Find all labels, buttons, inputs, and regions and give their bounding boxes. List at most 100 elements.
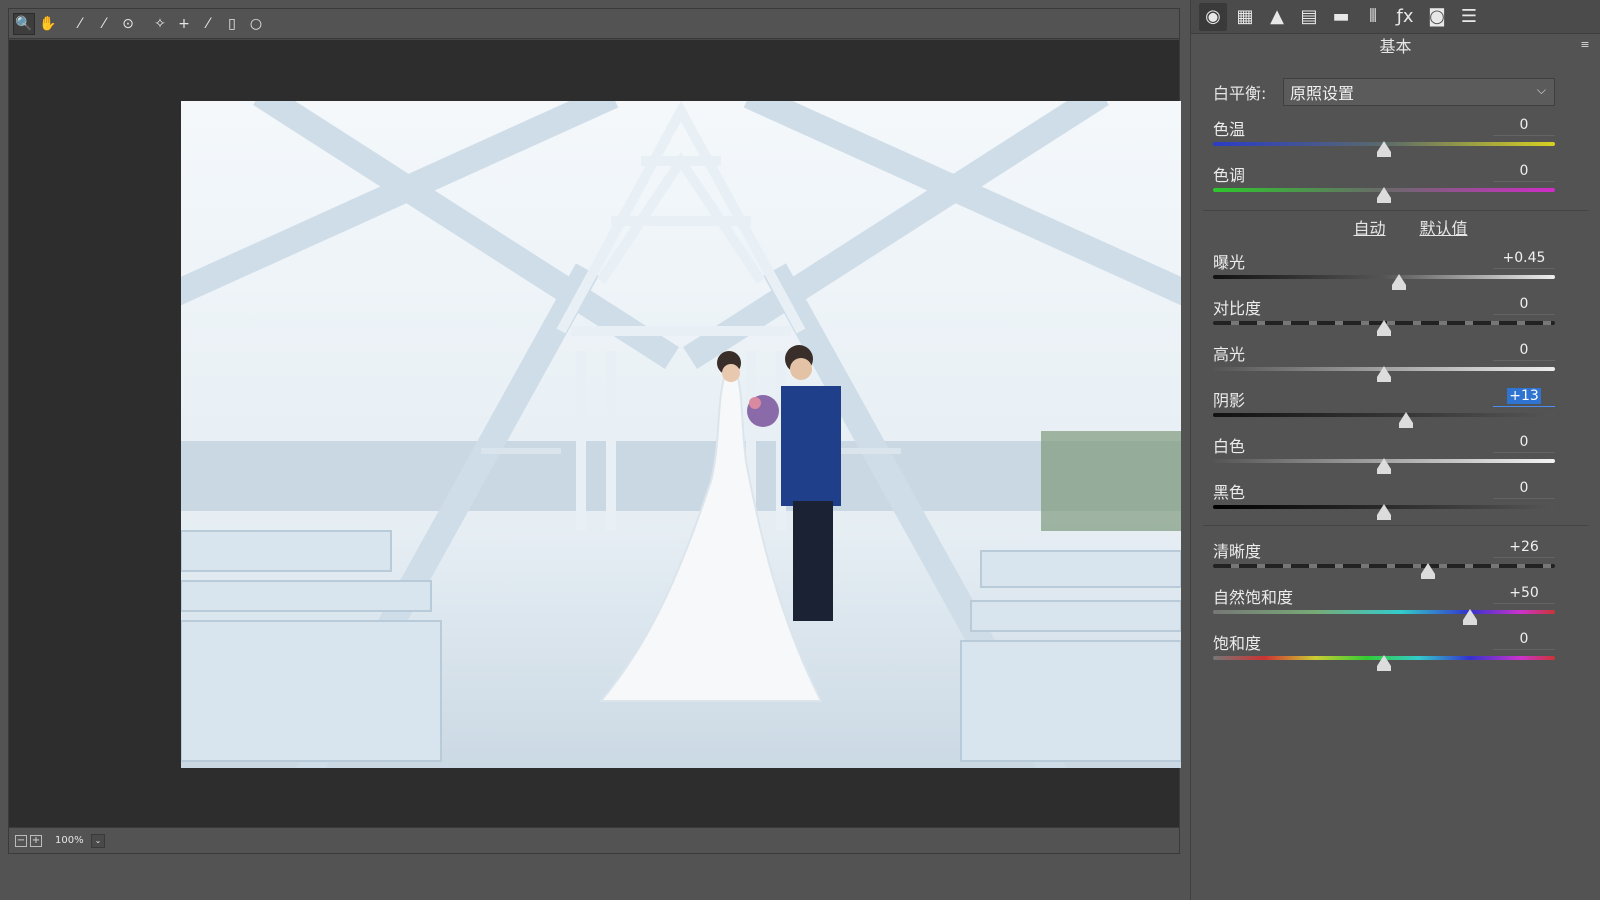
tool-bar: 🔍 ✋ ⁄ ⁄ ⊙ ✧ + ⁄ ▯ ○ [9, 9, 1179, 39]
white-balance-sliders: 色温 0 色调 0 [1191, 112, 1600, 204]
effects-tab-icon[interactable]: ƒx [1391, 3, 1419, 31]
exposure-value-input[interactable]: +0.45 [1493, 247, 1555, 269]
presets-tab-icon[interactable]: ☰ [1455, 3, 1483, 31]
whites-slider-thumb[interactable] [1377, 458, 1391, 474]
clarity-label: 清晰度 [1213, 542, 1262, 561]
red-eye-tool-icon[interactable]: + [173, 13, 195, 35]
spot-removal-tool-icon[interactable]: ✧ [149, 13, 171, 35]
panel-title: 基本 ≡ [1191, 34, 1600, 60]
shadows-value: +13 [1507, 388, 1541, 404]
blacks-slider-thumb[interactable] [1377, 504, 1391, 520]
shadows-value-input[interactable]: +13 [1493, 385, 1555, 407]
status-bar: − + 100% ⌄ [9, 827, 1179, 853]
contrast-value-input[interactable]: 0 [1493, 293, 1555, 315]
presence-sliders: 清晰度 +26 自然饱和度 +50 饱和度 0 [1191, 534, 1600, 672]
contrast-slider-thumb[interactable] [1377, 320, 1391, 336]
targeted-adjustment-tool-icon[interactable]: ⊙ [117, 13, 139, 35]
tone-links: 自动 默认值 [1191, 215, 1600, 245]
camera-calibration-tab-icon[interactable]: ◙ [1423, 3, 1451, 31]
blacks-slider-row: 黑色 0 [1213, 475, 1555, 521]
highlights-value: 0 [1519, 342, 1529, 358]
graduated-filter-icon[interactable]: ▯ [221, 13, 243, 35]
clarity-slider-thumb[interactable] [1421, 563, 1436, 579]
tone-curve-tab-icon[interactable]: ▦ [1231, 3, 1259, 31]
blacks-value: 0 [1519, 480, 1529, 496]
whites-label: 白色 [1213, 437, 1246, 456]
panel-menu-icon[interactable]: ≡ [1578, 39, 1592, 52]
image-workspace: 🔍 ✋ ⁄ ⁄ ⊙ ✧ + ⁄ ▯ ○ − + 100% ⌄ [8, 8, 1181, 854]
zoom-level: 100% [55, 835, 84, 846]
clarity-slider-row: 清晰度 +26 [1213, 534, 1555, 580]
hsl-tab-icon[interactable]: ▤ [1295, 3, 1323, 31]
saturation-slider-thumb[interactable] [1377, 655, 1391, 671]
temp-value-input[interactable]: 0 [1493, 114, 1555, 136]
chevron-down-icon: ⌵ [1536, 83, 1546, 97]
divider [1203, 525, 1588, 526]
clarity-value-input[interactable]: +26 [1493, 536, 1555, 558]
saturation-label: 饱和度 [1213, 634, 1262, 653]
highlights-slider-row: 高光 0 [1213, 337, 1555, 383]
whites-slider-row: 白色 0 [1213, 429, 1555, 475]
zoom-tool-icon[interactable]: 🔍 [13, 12, 35, 35]
tone-sliders: 曝光 +0.45 对比度 0 高光 0 阴影 +13 白色 0 黑色 0 [1191, 245, 1600, 521]
adjustment-brush-icon[interactable]: ⁄ [197, 13, 219, 35]
clarity-slider-track[interactable] [1213, 564, 1555, 568]
vibrance-value: +50 [1509, 585, 1539, 601]
saturation-slider-row: 饱和度 0 [1213, 626, 1555, 672]
basic-tab-icon[interactable]: ◉ [1199, 2, 1227, 31]
tint-label: 色调 [1213, 166, 1246, 185]
contrast-value: 0 [1519, 296, 1529, 312]
auto-link[interactable]: 自动 [1353, 215, 1385, 245]
zoom-dropdown-button[interactable]: ⌄ [91, 833, 105, 848]
highlights-slider-thumb[interactable] [1377, 366, 1391, 382]
white-balance-select[interactable]: 原照设置 ⌵ [1283, 78, 1555, 106]
preview-canvas[interactable] [9, 40, 1181, 827]
temp-value: 0 [1519, 117, 1529, 133]
detail-tab-icon[interactable]: ▲ [1263, 3, 1291, 31]
chevron-down-icon: ⌄ [94, 835, 102, 845]
zoom-out-button[interactable]: − [15, 834, 27, 847]
highlights-value-input[interactable]: 0 [1493, 339, 1555, 361]
vibrance-slider-track[interactable] [1213, 610, 1555, 614]
temp-slider-thumb[interactable] [1377, 141, 1391, 157]
exposure-slider-row: 曝光 +0.45 [1213, 245, 1555, 291]
split-toning-tab-icon[interactable]: ▬ [1327, 3, 1355, 31]
default-link[interactable]: 默认值 [1420, 215, 1468, 245]
white-balance-value: 原照设置 [1290, 84, 1355, 103]
panel-tabs: ◉ ▦ ▲ ▤ ▬ ⫴ ƒx ◙ ☰ [1191, 0, 1600, 34]
whites-value: 0 [1519, 434, 1529, 450]
shadows-slider-thumb[interactable] [1399, 412, 1414, 428]
contrast-slider-row: 对比度 0 [1213, 291, 1555, 337]
wedding-photo-preview[interactable] [181, 101, 1181, 768]
tint-value-input[interactable]: 0 [1493, 160, 1555, 182]
tint-slider-thumb[interactable] [1377, 187, 1391, 203]
blacks-value-input[interactable]: 0 [1493, 477, 1555, 499]
white-balance-row: 白平衡: 原照设置 ⌵ [1213, 78, 1600, 106]
zoom-in-button[interactable]: + [30, 834, 42, 847]
divider [1203, 210, 1588, 211]
hand-tool-icon[interactable]: ✋ [37, 13, 59, 35]
exposure-label: 曝光 [1213, 253, 1246, 272]
vibrance-slider-thumb[interactable] [1462, 609, 1477, 625]
tint-value: 0 [1519, 163, 1529, 179]
temp-label: 色温 [1213, 120, 1246, 139]
shadows-slider-row: 阴影 +13 [1213, 383, 1555, 429]
panel-title-text: 基本 [1379, 37, 1412, 56]
white-balance-label: 白平衡: [1213, 84, 1267, 103]
saturation-value-input[interactable]: 0 [1493, 628, 1555, 650]
exposure-slider-track[interactable] [1213, 275, 1555, 279]
vibrance-value-input[interactable]: +50 [1493, 582, 1555, 604]
color-sampler-tool-icon[interactable]: ⁄ [93, 13, 115, 35]
shadows-slider-track[interactable] [1213, 413, 1555, 417]
radial-filter-icon[interactable]: ○ [245, 13, 267, 35]
temp-slider-row: 色温 0 [1213, 112, 1555, 158]
blacks-label: 黑色 [1213, 483, 1246, 502]
vibrance-slider-row: 自然饱和度 +50 [1213, 580, 1555, 626]
saturation-value: 0 [1519, 631, 1529, 647]
whites-value-input[interactable]: 0 [1493, 431, 1555, 453]
exposure-slider-thumb[interactable] [1392, 274, 1407, 290]
tint-slider-row: 色调 0 [1213, 158, 1555, 204]
white-balance-tool-icon[interactable]: ⁄ [69, 13, 91, 35]
lens-corrections-tab-icon[interactable]: ⫴ [1359, 3, 1387, 31]
shadows-label: 阴影 [1213, 391, 1246, 410]
